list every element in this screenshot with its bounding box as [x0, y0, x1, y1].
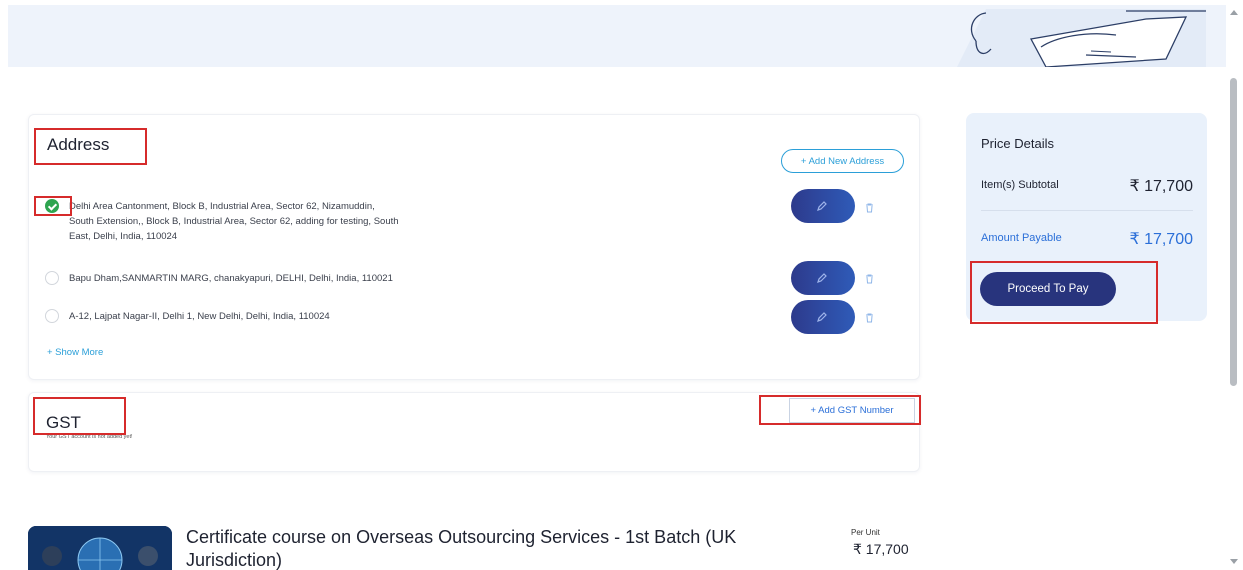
scroll-down-arrow-icon[interactable]: [1230, 559, 1238, 564]
edit-pencil-icon: [817, 273, 827, 283]
selected-radio-highlight: [34, 196, 72, 216]
address-item[interactable]: Delhi Area Cantonment, Block B, Industri…: [45, 199, 745, 249]
address-title-highlight: [34, 128, 147, 165]
scroll-up-arrow-icon[interactable]: [1230, 10, 1238, 15]
trash-icon: [866, 313, 873, 323]
amount-payable-label: Amount Payable: [981, 232, 1062, 244]
unit-price: ₹ 17,700: [853, 541, 909, 557]
amount-payable-value: ₹ 17,700: [1129, 231, 1193, 248]
subtotal-label: Item(s) Subtotal: [981, 179, 1059, 191]
address-card: Address + Add New Address Delhi Area Can…: [28, 114, 920, 380]
address-line: East, Delhi, India, 110024: [69, 231, 178, 242]
edit-address-button[interactable]: [791, 300, 855, 334]
delete-address-button[interactable]: [865, 313, 874, 323]
gst-title-highlight: [33, 397, 126, 435]
address-item[interactable]: Bapu Dham,SANMARTIN MARG, chanakyapuri, …: [45, 271, 745, 287]
subtotal-value: ₹ 17,700: [1129, 178, 1193, 195]
divider: [981, 210, 1193, 211]
delete-address-button[interactable]: [865, 203, 874, 213]
banner-illustration: [957, 9, 1206, 67]
edit-pencil-icon: [817, 201, 827, 211]
address-radio[interactable]: [45, 309, 59, 323]
show-more-link[interactable]: + Show More: [47, 347, 103, 358]
course-thumbnail: [28, 526, 172, 570]
vertical-scrollbar[interactable]: [1226, 0, 1243, 570]
address-radio[interactable]: [45, 271, 59, 285]
address-text: Bapu Dham,SANMARTIN MARG, chanakyapuri, …: [69, 273, 393, 284]
trash-icon: [866, 203, 873, 213]
proceed-highlight: [970, 261, 1158, 324]
edit-pencil-icon: [817, 312, 827, 322]
per-unit-label: Per Unit: [851, 528, 880, 537]
add-gst-highlight: [759, 395, 921, 425]
address-text: Delhi Area Cantonment, Block B, Industri…: [69, 199, 399, 244]
add-new-address-button[interactable]: + Add New Address: [781, 149, 904, 173]
address-text: A-12, Lajpat Nagar-II, Delhi 1, New Delh…: [69, 311, 330, 322]
delete-address-button[interactable]: [865, 274, 874, 284]
edit-address-button[interactable]: [791, 261, 855, 295]
checkout-page: Address + Add New Address Delhi Area Can…: [0, 0, 1243, 570]
scrollbar-thumb[interactable]: [1230, 78, 1237, 386]
gst-card: GST Your GST account is not added yet! +…: [28, 392, 921, 472]
course-title[interactable]: Certificate course on Overseas Outsourci…: [186, 526, 826, 570]
address-line: South Extension,, Block B, Industrial Ar…: [69, 216, 399, 227]
price-details-title: Price Details: [981, 136, 1054, 151]
edit-address-button[interactable]: [791, 189, 855, 223]
address-line: Delhi Area Cantonment, Block B, Industri…: [69, 201, 375, 212]
trash-icon: [866, 274, 873, 284]
address-item[interactable]: A-12, Lajpat Nagar-II, Delhi 1, New Delh…: [45, 309, 745, 325]
top-banner: [8, 5, 1226, 67]
